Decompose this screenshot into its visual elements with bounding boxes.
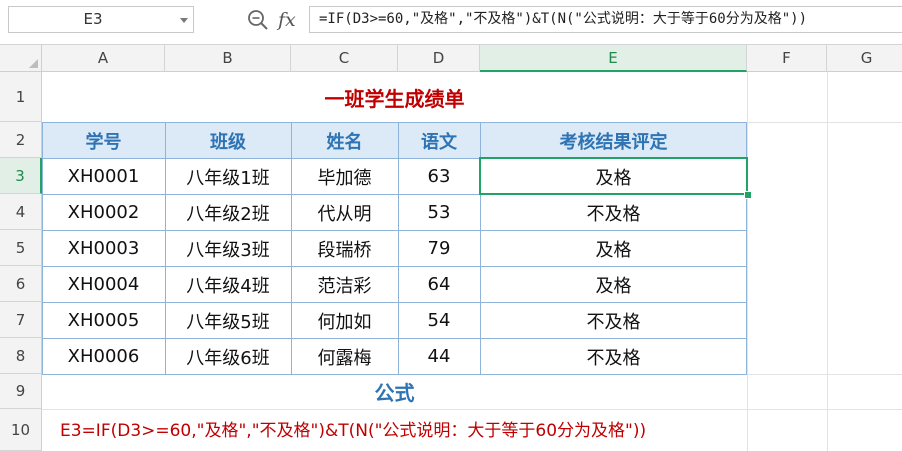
- cell-student-id[interactable]: XH0005: [42, 303, 165, 338]
- row-header-10[interactable]: 10: [0, 409, 42, 451]
- formula-bar: E3 fx =IF(D3>=60,"及格","不及格")&T(N("公式说明：大…: [0, 0, 902, 45]
- table-border: [398, 122, 399, 374]
- row-header-2[interactable]: 2: [0, 122, 42, 158]
- cell-class[interactable]: 八年级3班: [165, 231, 291, 266]
- formula-input[interactable]: =IF(D3>=60,"及格","不及格")&T(N("公式说明：大于等于60分…: [309, 6, 902, 33]
- row-header-3[interactable]: 3: [0, 158, 42, 194]
- table-border: [291, 122, 292, 374]
- name-box-value: E3: [83, 10, 103, 28]
- gridline: [827, 72, 828, 451]
- row-header-9[interactable]: 9: [0, 374, 42, 409]
- column-header-a[interactable]: A: [42, 45, 165, 72]
- chevron-down-icon[interactable]: [180, 18, 188, 23]
- cell-chinese[interactable]: 44: [398, 339, 480, 374]
- name-box[interactable]: E3: [8, 6, 194, 33]
- cell-name[interactable]: 代从明: [291, 195, 398, 230]
- formula-text: =IF(D3>=60,"及格","不及格")&T(N("公式说明：大于等于60分…: [319, 11, 808, 27]
- gridline: [747, 72, 748, 451]
- cell-chinese[interactable]: 79: [398, 231, 480, 266]
- zoom-icon[interactable]: [247, 9, 269, 31]
- column-header-d[interactable]: D: [398, 45, 480, 72]
- column-header-c[interactable]: C: [291, 45, 398, 72]
- header-result[interactable]: 考核结果评定: [480, 123, 747, 158]
- cell-chinese[interactable]: 54: [398, 303, 480, 338]
- cell-name[interactable]: 范洁彩: [291, 267, 398, 302]
- header-name[interactable]: 姓名: [291, 123, 398, 158]
- header-class[interactable]: 班级: [165, 123, 291, 158]
- row-header-5[interactable]: 5: [0, 230, 42, 266]
- cell-student-id[interactable]: XH0001: [42, 159, 165, 194]
- cell-result[interactable]: 及格: [480, 267, 747, 302]
- cell-class[interactable]: 八年级5班: [165, 303, 291, 338]
- cell-student-id[interactable]: XH0003: [42, 231, 165, 266]
- cell-result[interactable]: 不及格: [480, 339, 747, 374]
- cell-chinese[interactable]: 53: [398, 195, 480, 230]
- cell-name[interactable]: 何露梅: [291, 339, 398, 374]
- active-cell-border: [479, 157, 748, 195]
- column-header-b[interactable]: B: [165, 45, 291, 72]
- cell-student-id[interactable]: XH0002: [42, 195, 165, 230]
- cell-class[interactable]: 八年级2班: [165, 195, 291, 230]
- table-border: [42, 122, 43, 374]
- row-header-7[interactable]: 7: [0, 302, 42, 338]
- sheet-title[interactable]: 一班学生成绩单: [42, 72, 747, 122]
- cell-student-id[interactable]: XH0004: [42, 267, 165, 302]
- cell-chinese[interactable]: 63: [398, 159, 480, 194]
- column-header-g[interactable]: G: [827, 45, 902, 72]
- row-header-8[interactable]: 8: [0, 338, 42, 374]
- row-header-6[interactable]: 6: [0, 266, 42, 302]
- cell-name[interactable]: 何加如: [291, 303, 398, 338]
- select-all-corner[interactable]: [0, 45, 42, 72]
- fill-handle[interactable]: [744, 191, 752, 199]
- function-icon[interactable]: fx: [278, 7, 296, 33]
- cell-class[interactable]: 八年级4班: [165, 267, 291, 302]
- select-all-icon: [29, 59, 38, 68]
- cell-name[interactable]: 段瑞桥: [291, 231, 398, 266]
- cell-result[interactable]: 不及格: [480, 195, 747, 230]
- cell-chinese[interactable]: 64: [398, 267, 480, 302]
- row-header-4[interactable]: 4: [0, 194, 42, 230]
- cell-student-id[interactable]: XH0006: [42, 339, 165, 374]
- header-student-id[interactable]: 学号: [42, 123, 165, 158]
- cell-class[interactable]: 八年级1班: [165, 159, 291, 194]
- row-header-1[interactable]: 1: [0, 72, 42, 122]
- table-border: [165, 122, 166, 374]
- formula-heading[interactable]: 公式: [42, 374, 747, 409]
- cell-class[interactable]: 八年级6班: [165, 339, 291, 374]
- cell-name[interactable]: 毕加德: [291, 159, 398, 194]
- column-header-f[interactable]: F: [747, 45, 827, 72]
- header-chinese[interactable]: 语文: [398, 123, 480, 158]
- formula-note[interactable]: E3=IF(D3>=60,"及格","不及格")&T(N("公式说明：大于等于6…: [42, 409, 827, 447]
- column-header-e[interactable]: E: [480, 45, 747, 72]
- cell-result[interactable]: 不及格: [480, 303, 747, 338]
- cell-result[interactable]: 及格: [480, 231, 747, 266]
